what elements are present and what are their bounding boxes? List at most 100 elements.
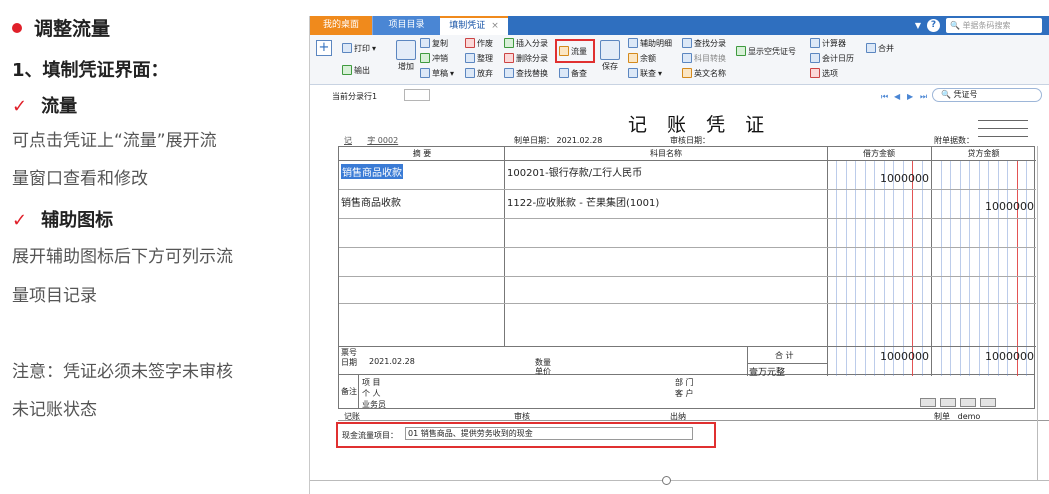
prev-record-icon[interactable]: ◀ xyxy=(894,92,903,101)
total-debit: 1000000 xyxy=(880,350,929,363)
first-record-icon[interactable]: ⏮ xyxy=(881,92,890,101)
aux-expand-icon[interactable] xyxy=(980,398,996,407)
aux-icons xyxy=(920,398,996,407)
show-empty-voucher-button[interactable]: 显示空凭证号 xyxy=(736,44,796,58)
info-row: 当前分录行1 ⏮ ◀ ▶ ⏭ 🔍 凭证号 xyxy=(310,86,1049,106)
next-record-icon[interactable]: ▶ xyxy=(907,92,916,101)
last-record-icon[interactable]: ⏭ xyxy=(920,92,929,101)
calculator-button[interactable]: 计算器 xyxy=(810,36,846,50)
department-label: 部 门 xyxy=(675,378,694,387)
amount-digit-gridline xyxy=(845,161,847,376)
void-button[interactable]: 作废 xyxy=(465,36,493,50)
delete-row-icon xyxy=(504,53,514,63)
audit-date: 审核日期： xyxy=(670,136,710,145)
aux-text-line2: 量项目记录 xyxy=(12,286,97,306)
balance-button[interactable]: 余额 xyxy=(628,51,656,65)
entry-1-account[interactable]: 100201-银行存款/工行人民币 xyxy=(507,164,642,179)
amount-digit-gridline xyxy=(902,161,904,376)
discard-button[interactable]: 放弃 xyxy=(465,66,493,80)
copy-button[interactable]: 复制 xyxy=(420,36,448,50)
aux-flow-icon[interactable] xyxy=(960,398,976,407)
amount-digit-gridline xyxy=(950,161,952,376)
total-credit: 1000000 xyxy=(985,350,1034,363)
add-plus-button[interactable]: + xyxy=(316,40,332,56)
options-button[interactable]: 选项 xyxy=(810,66,838,80)
voucher-date: 制单日期： 2021.02.28 xyxy=(514,136,603,145)
accounting-calendar-button[interactable]: 会计日历 xyxy=(810,51,854,65)
amount-digit-gridline xyxy=(1007,161,1009,376)
tab-my-desktop[interactable]: 我的桌面 xyxy=(310,16,372,35)
resize-grip-icon[interactable] xyxy=(662,476,671,485)
entry-2-summary[interactable]: 销售商品收款 xyxy=(341,194,401,209)
check-icon: ✓ xyxy=(12,210,28,231)
amount-digit-gridline xyxy=(921,161,923,376)
save-button[interactable]: 保存 xyxy=(599,40,621,72)
entry-1-debit[interactable]: 1000000 xyxy=(829,172,929,185)
entry-2-credit[interactable]: 1000000 xyxy=(933,200,1034,213)
tab-voucher-entry[interactable]: 填制凭证 × xyxy=(440,16,508,35)
aux-icon-heading: ✓ 辅助图标 xyxy=(12,210,114,231)
link-query-button[interactable]: 联查 ▾ xyxy=(628,66,662,80)
find-replace-icon xyxy=(504,68,514,78)
organize-button[interactable]: 整理 xyxy=(465,51,493,65)
cash-flow-label: 现金流量项目： xyxy=(342,431,398,440)
draft-button[interactable]: 草稿 ▾ xyxy=(420,66,454,80)
amount-digit-gridline xyxy=(997,161,999,376)
flow-button-highlight xyxy=(555,39,595,63)
aux-detail-button[interactable]: 辅助明细 xyxy=(628,36,672,50)
help-icon[interactable]: ? xyxy=(927,19,940,32)
output-button[interactable]: 输出 xyxy=(342,63,370,77)
show-empty-icon xyxy=(736,46,746,56)
note-line2: 未记账状态 xyxy=(12,400,97,420)
flow-heading: ✓ 流量 xyxy=(12,96,78,117)
voucher-app-window: 我的桌面 项目目录 填制凭证 × ▼ ? 🔍 单据条码搜索 + 打印 ▾ 输出 增… xyxy=(309,16,1049,494)
cash-flow-item-field[interactable]: 01 销售商品、提供劳务收到的现金 xyxy=(405,427,693,440)
red-dot-icon xyxy=(12,22,22,33)
amount-digit-gridline xyxy=(836,161,838,376)
export-icon xyxy=(342,65,352,75)
print-button[interactable]: 打印 ▾ xyxy=(342,41,376,55)
attachments-count: 附单据数： xyxy=(934,136,974,145)
close-icon[interactable]: × xyxy=(491,21,499,31)
total-label: 合 计 xyxy=(775,351,794,360)
subject-convert-button[interactable]: 科目转换 xyxy=(682,51,726,65)
link-query-icon xyxy=(628,68,638,78)
voucher-title: 记 账 凭 证 xyxy=(628,114,772,136)
entry-1-summary[interactable]: 销售商品收款 xyxy=(341,164,403,179)
remark-label: 备注 xyxy=(341,387,357,396)
aux-image-icon[interactable] xyxy=(920,398,936,407)
col-debit: 借方金额 xyxy=(827,147,931,161)
panel-title: 调整流量 xyxy=(12,14,110,41)
add-button[interactable]: 增加 xyxy=(394,40,418,72)
ticket-date-value: 2021.02.28 xyxy=(369,357,415,366)
dropdown-arrow-icon[interactable]: ▼ xyxy=(915,21,921,30)
barcode-search-input[interactable]: 🔍 单据条码搜索 xyxy=(946,18,1042,33)
note-line1: 注意：凭证必须未签字未审核 xyxy=(12,362,233,382)
english-name-button[interactable]: 英文名称 xyxy=(682,66,726,80)
amount-digit-gridline xyxy=(1026,161,1028,376)
panel-subtitle: 1、填制凭证界面： xyxy=(12,60,169,81)
void-icon xyxy=(465,38,475,48)
insert-entry-button[interactable]: 插入分录 xyxy=(504,36,548,50)
tab-project-directory[interactable]: 项目目录 xyxy=(372,16,440,35)
find-replace-button[interactable]: 查找替换 xyxy=(504,66,548,80)
aux-card-icon[interactable] xyxy=(940,398,956,407)
voucher-table: 摘 要 科目名称 借方金额 贷方金额 销售商品收款 100201-银行存款/工行… xyxy=(338,146,1036,378)
current-entry-field[interactable] xyxy=(404,89,430,101)
person-label: 个 人 xyxy=(362,389,381,398)
amount-digit-gridline xyxy=(940,161,942,376)
draft-icon xyxy=(420,68,430,78)
col-account: 科目名称 xyxy=(505,147,827,161)
ribbon-toolbar: + 打印 ▾ 输出 增加 复制 冲销 草稿 ▾ 作废 整理 放弃 插入分录 删除… xyxy=(310,35,1049,85)
convert-icon xyxy=(682,53,692,63)
merge-button[interactable]: 合并 xyxy=(866,41,894,55)
project-label: 项 目 xyxy=(362,378,381,387)
offset-button[interactable]: 冲销 xyxy=(420,51,448,65)
check-button[interactable]: 备查 xyxy=(559,66,587,80)
find-entry-button[interactable]: 查找分录 xyxy=(682,36,726,50)
printer-icon xyxy=(342,43,352,53)
save-icon xyxy=(600,40,620,60)
entry-2-account[interactable]: 1122-应收账款 - 芒果集团(1001) xyxy=(507,194,659,209)
voucher-no-search-input[interactable]: 🔍 凭证号 xyxy=(932,88,1042,102)
delete-entry-button[interactable]: 删除分录 xyxy=(504,51,548,65)
